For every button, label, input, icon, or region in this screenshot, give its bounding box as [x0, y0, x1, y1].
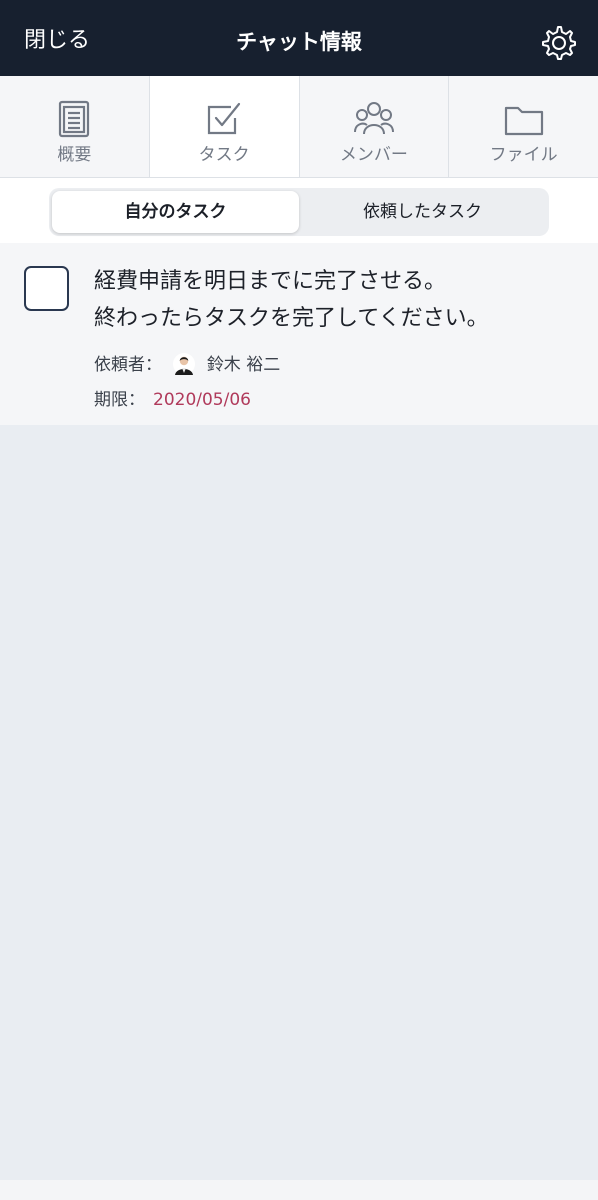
- task-deadline: 期限： 2020/05/06: [94, 388, 251, 412]
- bottom-safe-area: [0, 1180, 598, 1200]
- tab-tasks-label: タスク: [198, 145, 250, 165]
- requested-tasks-segment[interactable]: 依頼したタスク: [299, 191, 546, 233]
- tab-files[interactable]: ファイル: [449, 76, 598, 177]
- task-description: 経費申請を明日までに完了させる。 終わったらタスクを完了してください。: [94, 263, 574, 337]
- tab-members-label: メンバー: [339, 145, 408, 165]
- tab-overview-label: 概要: [57, 145, 92, 165]
- task-text-line-1: 経費申請を明日までに完了させる。: [94, 269, 447, 294]
- folder-icon: [504, 106, 543, 136]
- people-icon: [353, 102, 394, 135]
- my-tasks-segment[interactable]: 自分のタスク: [52, 191, 299, 233]
- task-item[interactable]: 経費申請を明日までに完了させる。 終わったらタスクを完了してください。 依頼者：…: [0, 243, 598, 425]
- app-header: 閉じる チャット情報: [0, 0, 598, 76]
- deadline-date: 2020/05/06: [153, 390, 251, 410]
- requester-label: 依頼者：: [94, 355, 162, 375]
- deadline-label: 期限：: [94, 390, 145, 410]
- task-filter-segment: 自分のタスク 依頼したタスク: [49, 188, 549, 236]
- checkbox-icon: [208, 102, 241, 135]
- info-tabs: 概要 タスク メンバー ファイル: [0, 76, 598, 178]
- task-requester: 依頼者： 鈴木 裕二: [94, 352, 281, 377]
- tab-tasks[interactable]: タスク: [149, 76, 300, 177]
- requester-name: 鈴木 裕二: [206, 355, 281, 375]
- task-text-line-2: 終わったらタスクを完了してください。: [94, 306, 489, 331]
- tab-files-label: ファイル: [489, 145, 558, 165]
- page-title: チャット情報: [236, 30, 362, 54]
- tab-overview[interactable]: 概要: [0, 76, 150, 177]
- clipboard-icon: [59, 100, 90, 138]
- avatar: [173, 352, 196, 375]
- tab-members[interactable]: メンバー: [300, 76, 450, 177]
- task-filter-bar: 自分のタスク 依頼したタスク: [0, 178, 598, 243]
- gear-icon[interactable]: [540, 24, 576, 60]
- task-complete-checkbox[interactable]: [24, 266, 69, 311]
